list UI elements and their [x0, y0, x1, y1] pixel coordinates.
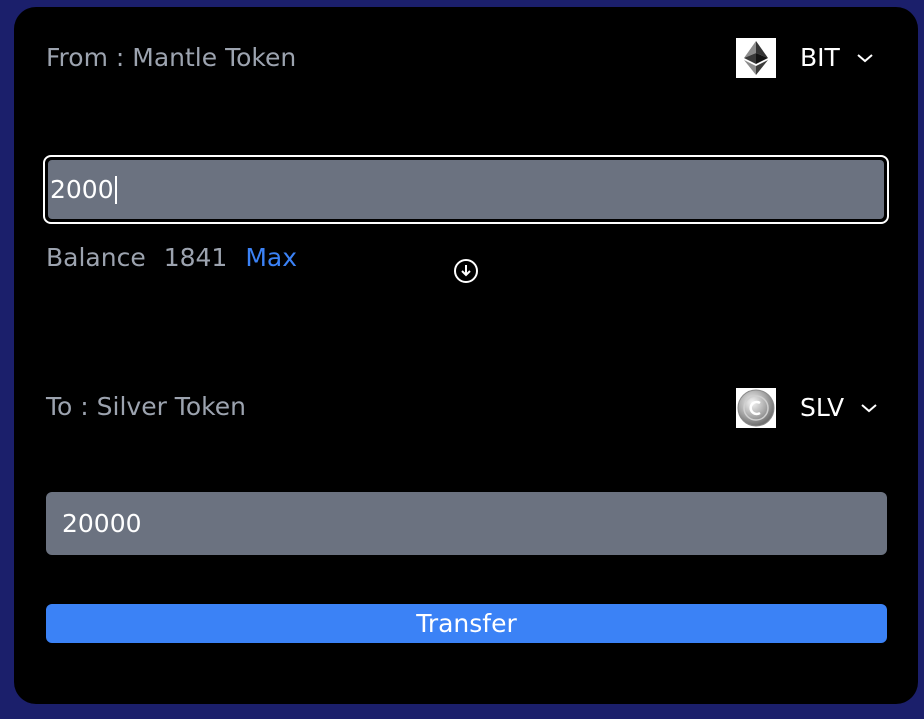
text-caret [114, 175, 117, 204]
to-token-selector[interactable]: SLV [736, 388, 878, 428]
max-button[interactable]: Max [245, 243, 297, 273]
from-token-selector[interactable]: BIT [736, 38, 874, 78]
balance-label: Balance [46, 243, 146, 272]
transfer-button[interactable]: Transfer [46, 604, 887, 643]
from-label: From : Mantle Token [46, 43, 297, 72]
from-token-symbol: BIT [800, 43, 840, 72]
from-amount-input[interactable]: 2000 [43, 155, 889, 224]
chevron-down-icon [857, 54, 873, 63]
to-label: To : Silver Token [46, 392, 246, 421]
balance-row: Balance 1841 Max [46, 243, 297, 273]
to-token-symbol: SLV [800, 393, 845, 422]
to-amount-input[interactable]: 20000 [46, 492, 887, 555]
balance-value: 1841 [163, 243, 228, 272]
to-amount-value: 20000 [62, 508, 142, 538]
transfer-card: From : Mantle Token BIT 2000 Balance 184… [14, 7, 918, 704]
arrow-down-circle-icon[interactable] [453, 258, 479, 284]
ethereum-diamond-icon [736, 38, 776, 78]
silver-coin-icon [736, 388, 776, 428]
chevron-down-icon [861, 404, 877, 413]
from-amount-value: 2000 [50, 174, 114, 204]
